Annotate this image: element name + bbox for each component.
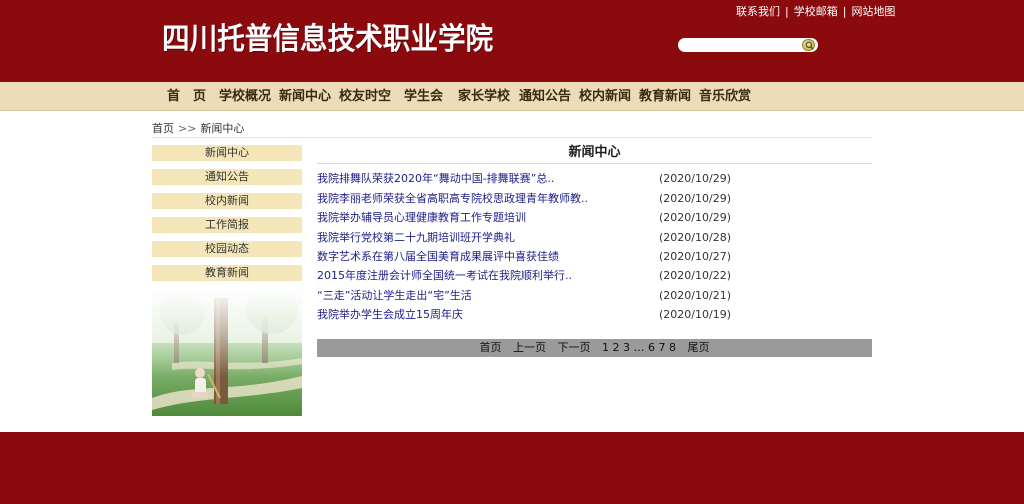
news-item: 我院李丽老师荣获全省高职高专院校思政理青年教师教.. (2020/10/29) (317, 192, 872, 206)
news-date: (2020/10/22) (659, 269, 731, 282)
pagination: 首页 上一页 下一页 1 2 3 … 6 7 8 尾页 (317, 339, 872, 357)
nav-item-news-center[interactable]: 新闻中心 (279, 89, 331, 104)
page-title: 新闻中心 (317, 142, 872, 164)
search-button[interactable] (802, 39, 815, 51)
nav-item-school-overview[interactable]: 学校概况 (219, 89, 271, 104)
search-box (678, 38, 818, 52)
pager-first[interactable]: 首页 (480, 341, 502, 354)
link-separator: | (842, 5, 847, 18)
news-item: 我院排舞队荣获2020年“舞动中国-排舞联赛”总.. (2020/10/29) (317, 172, 872, 186)
news-item: “三走”活动让学生走出“宅”生活 (2020/10/21) (317, 289, 872, 303)
news-title-link[interactable]: 我院举办辅导员心理健康教育工作专题培训 (317, 211, 526, 225)
news-title-link[interactable]: 我院举办学生会成立15周年庆 (317, 308, 463, 322)
breadcrumb-separator: >> (178, 122, 197, 135)
link-separator: | (785, 5, 789, 18)
news-date: (2020/10/29) (659, 192, 731, 205)
news-item: 数字艺术系在第八届全国美育成果展评中喜获佳绩 (2020/10/27) (317, 250, 872, 264)
school-mail-link[interactable]: 学校邮箱 (794, 5, 838, 18)
breadcrumb-current: 新闻中心 (200, 122, 245, 135)
nav-item-education-news[interactable]: 教育新闻 (639, 89, 691, 104)
pager-next[interactable]: 下一页 (558, 341, 591, 354)
sidebar-item-work-briefing[interactable]: 工作简报 (152, 217, 302, 233)
news-title-link[interactable]: 我院排舞队荣获2020年“舞动中国-排舞联赛”总.. (317, 172, 554, 186)
news-title-link[interactable]: “三走”活动让学生走出“宅”生活 (317, 289, 472, 303)
top-links: 联系我们 | 学校邮箱 | 网站地图 (736, 5, 895, 19)
pager-last[interactable]: 尾页 (687, 341, 709, 354)
pager-pages[interactable]: 1 2 3 … 6 7 8 (602, 341, 676, 354)
nav-item-home[interactable]: 首 页 (167, 89, 206, 104)
site-footer (0, 432, 1024, 504)
nav-item-alumni[interactable]: 校友时空 (339, 89, 391, 104)
search-input[interactable] (684, 39, 800, 51)
site-header: 四川托普信息技术职业学院 联系我们 | 学校邮箱 | 网站地图 (0, 0, 1024, 82)
sidebar-item-campus-dynamics[interactable]: 校园动态 (152, 241, 302, 257)
news-date: (2020/10/29) (659, 211, 731, 224)
news-item: 我院举办学生会成立15周年庆 (2020/10/19) (317, 308, 872, 322)
sidebar-item-education-news[interactable]: 教育新闻 (152, 265, 302, 281)
news-date: (2020/10/27) (659, 250, 731, 263)
search-icon (805, 41, 814, 50)
news-date: (2020/10/29) (659, 172, 731, 185)
site-map-link[interactable]: 网站地图 (851, 5, 895, 18)
news-item: 2015年度注册会计师全国统一考试在我院顺利举行.. (2020/10/22) (317, 269, 872, 283)
sidebar-item-news-center[interactable]: 新闻中心 (152, 145, 302, 161)
breadcrumb-home[interactable]: 首页 (152, 122, 174, 135)
news-date: (2020/10/28) (659, 231, 731, 244)
news-title-link[interactable]: 我院举行党校第二十九期培训班开学典礼 (317, 231, 515, 245)
sidebar-item-notices[interactable]: 通知公告 (152, 169, 302, 185)
main-nav: 首 页 学校概况 新闻中心 校友时空 学生会 家长学校 通知公告 校内新闻 教育… (0, 82, 1024, 111)
nav-item-student-union[interactable]: 学生会 (404, 89, 443, 104)
nav-item-notices[interactable]: 通知公告 (519, 89, 571, 104)
news-date: (2020/10/19) (659, 308, 731, 321)
pager-prev[interactable]: 上一页 (513, 341, 546, 354)
nav-item-parent-school[interactable]: 家长学校 (458, 89, 510, 104)
contact-link[interactable]: 联系我们 (736, 5, 780, 18)
news-title-link[interactable]: 我院李丽老师荣获全省高职高专院校思政理青年教师教.. (317, 192, 588, 206)
site-logo[interactable]: 四川托普信息技术职业学院 (162, 20, 493, 60)
news-item: 我院举办辅导员心理健康教育工作专题培训 (2020/10/29) (317, 211, 872, 225)
breadcrumb: 首页 >> 新闻中心 (152, 120, 872, 138)
news-item: 我院举行党校第二十九期培训班开学典礼 (2020/10/28) (317, 231, 872, 245)
news-title-link[interactable]: 数字艺术系在第八届全国美育成果展评中喜获佳绩 (317, 250, 559, 264)
news-date: (2020/10/21) (659, 289, 731, 302)
sidebar-item-campus-news[interactable]: 校内新闻 (152, 193, 302, 209)
news-title-link[interactable]: 2015年度注册会计师全国统一考试在我院顺利举行.. (317, 269, 572, 283)
nav-item-campus-news[interactable]: 校内新闻 (579, 89, 631, 104)
campus-photo (152, 288, 302, 416)
nav-item-music[interactable]: 音乐欣赏 (699, 89, 751, 104)
